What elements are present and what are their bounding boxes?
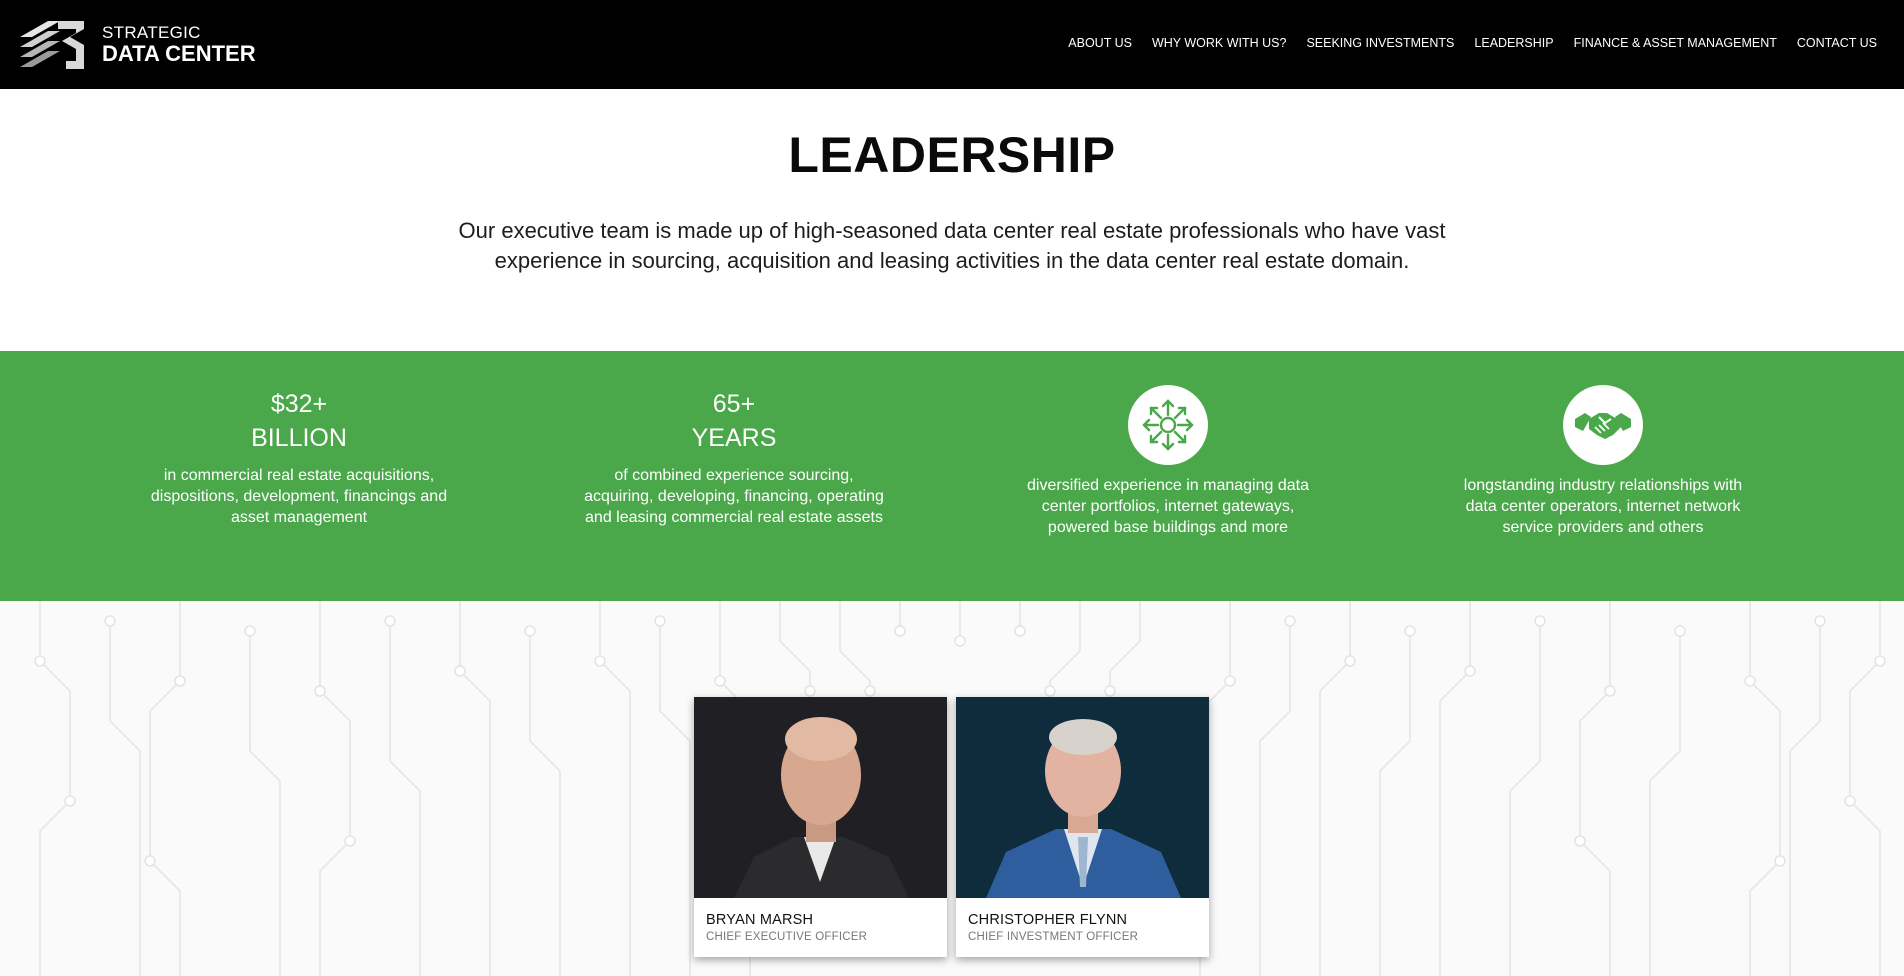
logo-mark-icon <box>20 21 84 69</box>
stat-billion: $32+ BILLION in commercial real estate a… <box>144 387 454 528</box>
stat-years: 65+ YEARS of combined experience sourcin… <box>579 387 889 528</box>
nav-contact-us[interactable]: CONTACT US <box>1797 36 1877 50</box>
stat-unit: BILLION <box>251 424 347 452</box>
stat-description: longstanding industry relationships with… <box>1463 477 1743 536</box>
page-title: LEADERSHIP <box>788 127 1116 183</box>
intro-paragraph: Our executive team is made up of high-se… <box>458 218 1446 273</box>
stat-number: 65+ <box>712 390 756 418</box>
handshake-icon <box>1563 385 1643 465</box>
stat-description: in commercial real estate acquisitions, … <box>150 467 448 526</box>
network-arrows-icon <box>1128 385 1208 465</box>
nav-why-work-with-us[interactable]: WHY WORK WITH US? <box>1152 36 1287 50</box>
main-nav: ABOUT US WHY WORK WITH US? SEEKING INVES… <box>1068 36 1877 50</box>
stat-diversified: diversified experience in managing data … <box>1013 385 1323 538</box>
team-photo <box>956 697 1209 898</box>
stat-relationships: longstanding industry relationships with… <box>1448 385 1758 538</box>
logo-line-strategic: STRATEGIC <box>102 23 201 42</box>
stats-band: $32+ BILLION in commercial real estate a… <box>0 351 1904 601</box>
nav-about-us[interactable]: ABOUT US <box>1068 36 1132 50</box>
team-member-role: CHIEF EXECUTIVE OFFICER <box>706 931 868 943</box>
stat-description: diversified experience in managing data … <box>1027 477 1309 536</box>
nav-seeking-investments[interactable]: SEEKING INVESTMENTS <box>1306 36 1454 50</box>
team-card-bryan-marsh[interactable]: BRYAN MARSH CHIEF EXECUTIVE OFFICER <box>694 697 947 957</box>
team-member-name: CHRISTOPHER FLYNN <box>968 912 1128 928</box>
team-photo <box>694 697 947 898</box>
nav-leadership[interactable]: LEADERSHIP <box>1474 36 1553 50</box>
stat-unit: YEARS <box>691 424 777 452</box>
team-card-christopher-flynn[interactable]: CHRISTOPHER FLYNN CHIEF INVESTMENT OFFIC… <box>956 697 1209 957</box>
logo-text: STRATEGIC DATA CENTER <box>102 24 256 65</box>
site-header: STRATEGIC DATA CENTER ABOUT US WHY WORK … <box>0 0 1904 89</box>
stat-description: of combined experience sourcing, acquiri… <box>584 467 884 526</box>
team-section: BRYAN MARSH CHIEF EXECUTIVE OFFICER CHRI… <box>0 601 1904 976</box>
nav-finance-asset-management[interactable]: FINANCE & ASSET MANAGEMENT <box>1574 36 1777 50</box>
team-member-role: CHIEF INVESTMENT OFFICER <box>968 931 1139 943</box>
logo-line-data-center: DATA CENTER <box>102 41 256 66</box>
site-logo[interactable]: STRATEGIC DATA CENTER <box>18 17 258 72</box>
circuit-background <box>34 601 1886 976</box>
stat-number: $32+ <box>270 390 328 418</box>
team-member-name: BRYAN MARSH <box>706 912 814 928</box>
